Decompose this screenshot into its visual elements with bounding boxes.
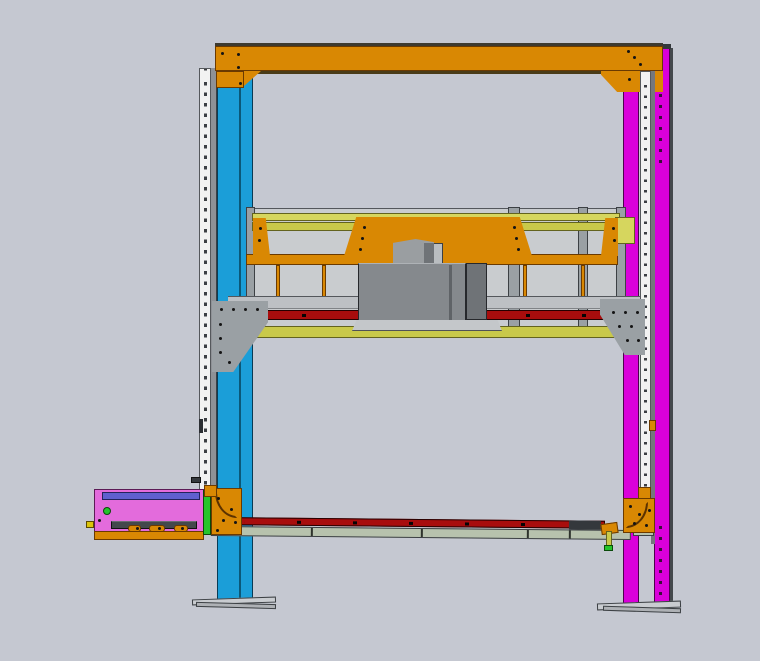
carriage-top-strip[interactable] — [102, 492, 200, 500]
bolt — [217, 497, 220, 500]
rail-joint-1 — [311, 528, 313, 536]
foot-plate-right-2[interactable] — [603, 606, 681, 613]
rail-end-cover — [569, 520, 601, 529]
bolt — [234, 521, 237, 524]
bolt — [256, 308, 259, 311]
carriage-base-strip[interactable] — [94, 531, 204, 540]
bolt — [645, 524, 648, 527]
limit-bolt — [191, 477, 201, 483]
bolt — [628, 78, 631, 81]
bolt — [158, 527, 161, 530]
bolt — [258, 239, 261, 242]
rail-clamp-left — [204, 485, 217, 497]
indicator-dot — [103, 507, 111, 515]
bolt — [363, 226, 366, 229]
bolt — [220, 308, 223, 311]
bolt — [517, 248, 520, 251]
bolt — [648, 509, 651, 512]
bolt — [219, 323, 222, 326]
seam-end-block — [649, 420, 656, 431]
rail-joint-4 — [569, 530, 571, 538]
bolt — [630, 325, 633, 328]
beam-end-cap[interactable] — [615, 217, 635, 244]
bolt — [244, 308, 247, 311]
corner-gusset-left[interactable] — [216, 71, 244, 88]
cad-viewport — [0, 0, 760, 661]
bolt — [222, 519, 225, 522]
bolt — [633, 56, 636, 59]
bolt — [359, 248, 362, 251]
bolt — [639, 63, 642, 66]
bolt — [361, 237, 364, 240]
bolt — [612, 311, 615, 314]
bolt — [259, 227, 262, 230]
foot-plate-left-2[interactable] — [196, 602, 276, 609]
bolt — [237, 66, 240, 69]
bolt — [239, 82, 242, 85]
bolt — [98, 519, 101, 522]
bolt — [513, 226, 516, 229]
bottom-rail-assembly — [211, 517, 632, 543]
rail-clip — [199, 419, 203, 433]
bolt — [221, 52, 224, 55]
bolt — [237, 53, 240, 56]
hook-tip — [604, 545, 613, 551]
bolt — [624, 311, 627, 314]
bolt — [612, 227, 615, 230]
bolt — [613, 239, 616, 242]
bolt — [219, 351, 222, 354]
bolt — [626, 339, 629, 342]
carriage-tab — [86, 521, 94, 528]
bolt — [637, 339, 640, 342]
bolt — [627, 50, 630, 53]
bolt — [136, 527, 139, 530]
gearbox-side-panel[interactable] — [466, 263, 487, 320]
gearbox-tray — [352, 320, 502, 331]
rail-joint-2 — [421, 529, 423, 537]
right-mast-seam — [651, 71, 655, 544]
bolt — [629, 505, 632, 508]
gearbox-seam — [449, 265, 452, 321]
bolt — [633, 522, 636, 525]
bolt — [228, 361, 231, 364]
flange-holes-top — [659, 86, 662, 170]
bolt — [219, 337, 222, 340]
flange-holes-bottom — [659, 518, 662, 604]
bolt — [618, 325, 621, 328]
motor-cap-side — [424, 243, 434, 265]
left-mast-rail-holes — [204, 74, 207, 498]
bolt — [181, 527, 184, 530]
bolt — [216, 529, 219, 532]
bolt — [230, 508, 233, 511]
right-mast-outer-flange[interactable] — [654, 48, 670, 608]
bolt — [636, 311, 639, 314]
rail-joint-3 — [527, 530, 529, 538]
bolt — [515, 237, 518, 240]
top-crossbeam[interactable] — [215, 46, 663, 71]
bolt — [232, 308, 235, 311]
right-mast-edge — [670, 48, 673, 606]
bolt — [638, 513, 641, 516]
rail-clamp-right — [638, 487, 651, 499]
